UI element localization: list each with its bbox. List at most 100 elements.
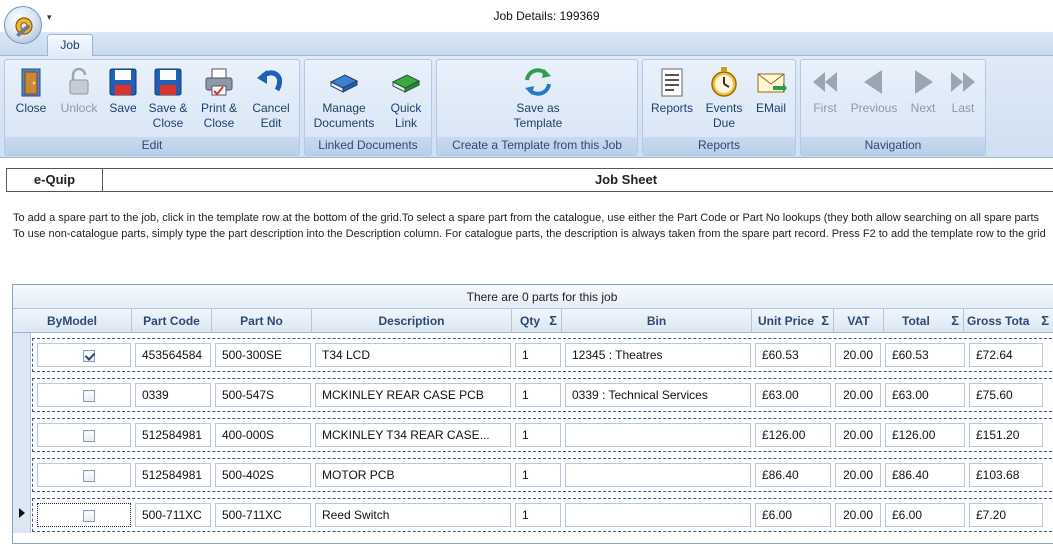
unlock-button[interactable]: Unlock	[57, 66, 101, 116]
unit-price-cell[interactable]: £86.40	[755, 463, 831, 487]
table-row[interactable]: 0339 500-547S MCKINLEY REAR CASE PCB 1 0…	[32, 378, 1053, 412]
vat-cell[interactable]: 20.00	[835, 503, 881, 527]
sigma-icon[interactable]: Σ	[821, 309, 829, 333]
part-no-cell[interactable]: 500-402S	[215, 463, 311, 487]
first-button[interactable]: First	[805, 66, 845, 116]
gross-total-cell[interactable]: £75.60	[969, 383, 1043, 407]
part-code-cell[interactable]: 500-711XC	[135, 503, 211, 527]
vat-cell[interactable]: 20.00	[835, 463, 881, 487]
email-button[interactable]: EMail	[751, 66, 791, 116]
description-cell[interactable]: MCKINLEY REAR CASE PCB	[315, 383, 511, 407]
cancel-edit-button[interactable]: Cancel Edit	[249, 66, 293, 131]
table-row[interactable]: 512584981 400-000S MCKINLEY T34 REAR CAS…	[32, 418, 1053, 452]
save-as-template-button[interactable]: Save as Template	[507, 66, 569, 131]
column-header-qty[interactable]: Qty Σ	[512, 309, 562, 333]
bymodel-checkbox[interactable]	[83, 470, 95, 482]
unit-price-cell[interactable]: £126.00	[755, 423, 831, 447]
close-button[interactable]: Close	[11, 66, 51, 116]
part-code-cell[interactable]: 512584981	[135, 423, 211, 447]
bin-cell[interactable]	[565, 503, 751, 527]
total-cell[interactable]: £6.00	[885, 503, 965, 527]
application-menu-button[interactable]	[4, 6, 42, 44]
column-header-gross-total[interactable]: Gross Tota Σ	[964, 309, 1053, 333]
qty-cell[interactable]: 1	[515, 463, 561, 487]
column-header-part-code[interactable]: Part Code	[132, 309, 212, 333]
table-row[interactable]: 500-711XC 500-711XC Reed Switch 1 £6.00 …	[32, 498, 1053, 532]
qty-cell[interactable]: 1	[515, 503, 561, 527]
column-header-bymodel[interactable]: ByModel	[13, 309, 132, 333]
part-no-cell[interactable]: 500-300SE	[215, 343, 311, 367]
table-row[interactable]: 512584981 500-402S MOTOR PCB 1 £86.40 20…	[32, 458, 1053, 492]
save-button[interactable]: Save	[105, 66, 141, 116]
bin-cell[interactable]: 12345 : Theatres	[565, 343, 751, 367]
column-header-bin[interactable]: Bin	[562, 309, 752, 333]
qty-cell[interactable]: 1	[515, 343, 561, 367]
tab-job[interactable]: Job	[47, 34, 93, 57]
gross-total-cell[interactable]: £7.20	[969, 503, 1043, 527]
bymodel-cell[interactable]	[37, 383, 131, 407]
bymodel-cell[interactable]	[37, 423, 131, 447]
part-no-cell[interactable]: 400-000S	[215, 423, 311, 447]
bymodel-checkbox[interactable]	[83, 350, 95, 362]
column-label: Description	[378, 314, 445, 328]
vat-cell[interactable]: 20.00	[835, 343, 881, 367]
gross-total-cell[interactable]: £151.20	[969, 423, 1043, 447]
row-selector[interactable]	[13, 373, 31, 413]
manage-label-line2: Documents	[313, 116, 375, 130]
part-no-cell[interactable]: 500-711XC	[215, 503, 311, 527]
bymodel-cell[interactable]	[37, 463, 131, 487]
sigma-icon[interactable]: Σ	[549, 309, 557, 333]
bymodel-cell[interactable]	[37, 343, 131, 367]
row-selector[interactable]	[13, 493, 31, 533]
sigma-icon[interactable]: Σ	[1041, 309, 1049, 333]
bymodel-checkbox[interactable]	[83, 430, 95, 442]
description-cell[interactable]: MOTOR PCB	[315, 463, 511, 487]
row-selector[interactable]	[13, 453, 31, 493]
part-code-cell[interactable]: 0339	[135, 383, 211, 407]
print-and-close-button[interactable]: Print & Close	[197, 66, 241, 131]
quick-link-button[interactable]: Quick Link	[385, 66, 427, 131]
qty-cell[interactable]: 1	[515, 383, 561, 407]
row-selector[interactable]	[13, 413, 31, 453]
gross-total-cell[interactable]: £72.64	[969, 343, 1043, 367]
description-cell[interactable]: Reed Switch	[315, 503, 511, 527]
bin-cell[interactable]	[565, 423, 751, 447]
unit-price-cell[interactable]: £6.00	[755, 503, 831, 527]
bymodel-checkbox[interactable]	[83, 390, 95, 402]
description-cell[interactable]: T34 LCD	[315, 343, 511, 367]
events-due-button[interactable]: Events Due	[701, 66, 747, 131]
gross-total-cell[interactable]: £103.68	[969, 463, 1043, 487]
row-selector[interactable]	[13, 333, 31, 373]
unit-price-cell[interactable]: £60.53	[755, 343, 831, 367]
bymodel-checkbox[interactable]	[83, 510, 95, 522]
manage-documents-button[interactable]: Manage Documents	[311, 66, 377, 131]
total-cell[interactable]: £86.40	[885, 463, 965, 487]
column-header-vat[interactable]: VAT	[834, 309, 884, 333]
part-code-cell[interactable]: 512584981	[135, 463, 211, 487]
vat-cell[interactable]: 20.00	[835, 383, 881, 407]
total-cell[interactable]: £63.00	[885, 383, 965, 407]
previous-button[interactable]: Previous	[847, 66, 901, 116]
column-header-description[interactable]: Description	[312, 309, 512, 333]
description-cell[interactable]: MCKINLEY T34 REAR CASE...	[315, 423, 511, 447]
qty-cell[interactable]: 1	[515, 423, 561, 447]
last-button[interactable]: Last	[943, 66, 983, 116]
column-header-total[interactable]: Total Σ	[884, 309, 964, 333]
bin-cell[interactable]: 0339 : Technical Services	[565, 383, 751, 407]
vat-cell[interactable]: 20.00	[835, 423, 881, 447]
total-cell[interactable]: £126.00	[885, 423, 965, 447]
column-header-part-no[interactable]: Part No	[212, 309, 312, 333]
column-header-unit-price[interactable]: Unit Price Σ	[752, 309, 834, 333]
total-cell[interactable]: £60.53	[885, 343, 965, 367]
next-button[interactable]: Next	[903, 66, 943, 116]
part-no-cell[interactable]: 500-547S	[215, 383, 311, 407]
sigma-icon[interactable]: Σ	[951, 309, 959, 333]
close-label: Close	[15, 101, 47, 115]
part-code-cell[interactable]: 453564584	[135, 343, 211, 367]
table-row[interactable]: 453564584 500-300SE T34 LCD 1 12345 : Th…	[32, 338, 1053, 372]
save-and-close-button[interactable]: Save & Close	[145, 66, 191, 131]
reports-button[interactable]: Reports	[649, 66, 695, 116]
bymodel-cell[interactable]	[37, 503, 131, 527]
bin-cell[interactable]	[565, 463, 751, 487]
unit-price-cell[interactable]: £63.00	[755, 383, 831, 407]
